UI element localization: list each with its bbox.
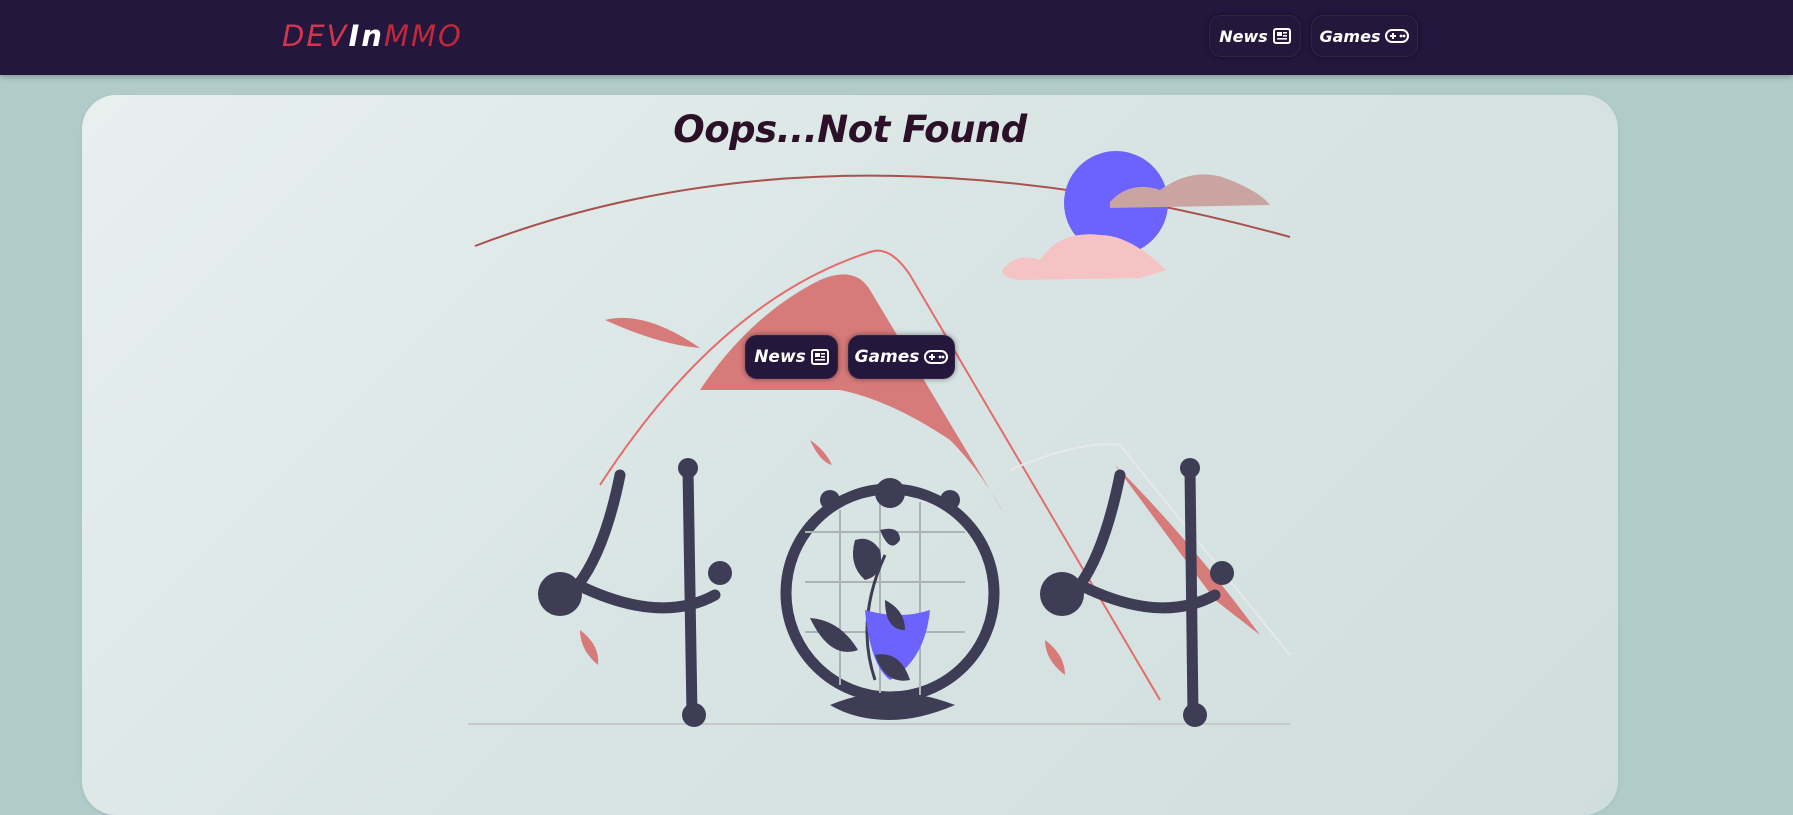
nav-news-button[interactable]: News [1209, 15, 1301, 57]
games-button[interactable]: Games [848, 335, 955, 379]
logo-part-mmo: MMO [383, 19, 463, 53]
newspaper-icon [810, 349, 829, 365]
gamepad-icon [924, 350, 949, 364]
nav-news-label: News [1219, 26, 1268, 46]
site-logo[interactable]: DEVInMMO [282, 18, 463, 54]
logo-part-in: In [348, 19, 384, 53]
nav-games-button[interactable]: Games [1311, 15, 1418, 57]
news-button[interactable]: News [745, 335, 838, 379]
top-navbar: DEVInMMO News Games [0, 0, 1793, 75]
logo-part-dev: DEV [282, 19, 349, 53]
newspaper-icon [1272, 28, 1291, 44]
gamepad-icon [1385, 29, 1410, 43]
nav-games-label: Games [1319, 26, 1381, 46]
news-button-label: News [754, 347, 806, 367]
illustration-404 [468, 151, 1291, 727]
page-title: Oops...Not Found [673, 108, 1027, 151]
games-button-label: Games [854, 347, 920, 367]
